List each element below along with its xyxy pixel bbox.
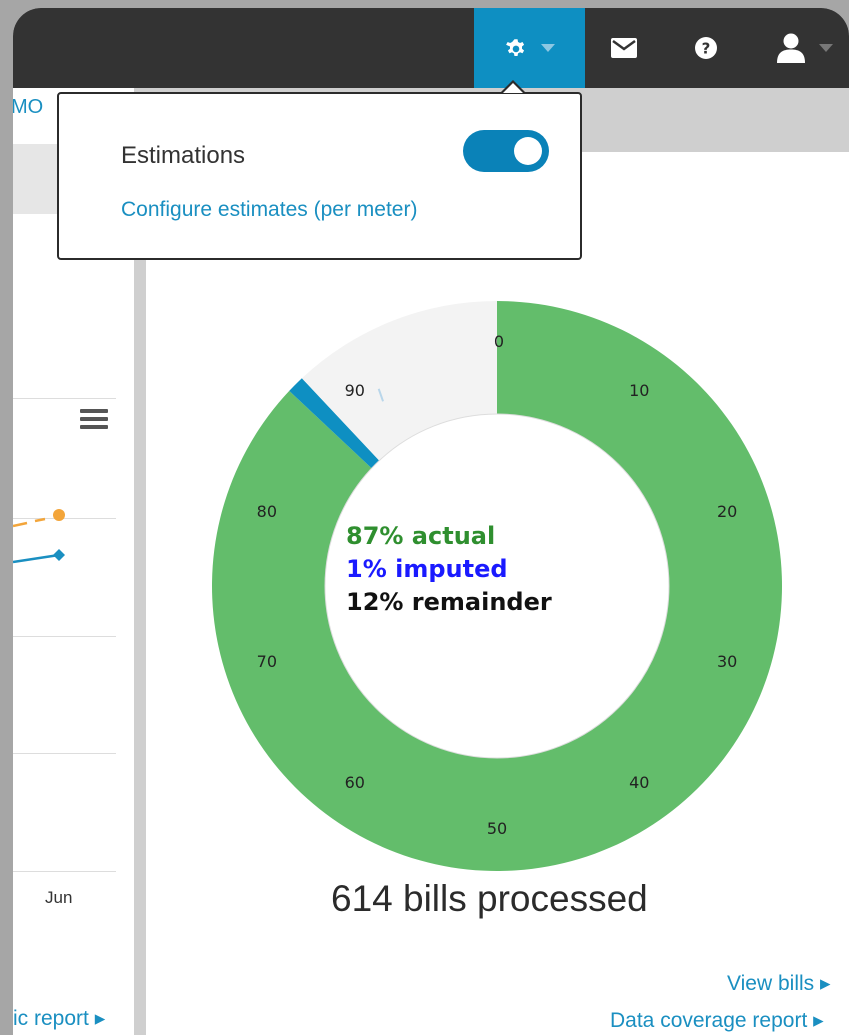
scale-label: 20 xyxy=(717,502,737,521)
imputed-percent-label: 1% imputed xyxy=(346,555,508,583)
scale-label: 90 xyxy=(345,381,365,400)
settings-popup-pointer-fill xyxy=(503,83,523,93)
user-menu-button[interactable] xyxy=(761,8,849,88)
estimations-toggle[interactable] xyxy=(463,130,549,172)
scale-label: 60 xyxy=(345,773,365,792)
scale-label: 0 xyxy=(494,332,504,351)
remainder-percent-label: 12% remainder xyxy=(346,588,552,616)
series-point[interactable] xyxy=(53,509,65,521)
trend-lines xyxy=(13,509,65,564)
scale-label: 30 xyxy=(717,652,737,671)
scale-label: 10 xyxy=(629,381,649,400)
top-navigation-bar: ? xyxy=(13,8,849,88)
data-coverage-report-link[interactable]: Data coverage report ▸ xyxy=(610,1008,824,1033)
hamburger-menu-icon[interactable] xyxy=(80,408,108,430)
gridline xyxy=(13,753,116,754)
estimations-label: Estimations xyxy=(121,142,246,169)
help-circle-icon: ? xyxy=(695,37,717,59)
actual-percent-label: 87% actual xyxy=(346,522,496,550)
series-point[interactable] xyxy=(53,549,65,561)
view-bills-link[interactable]: View bills ▸ xyxy=(727,971,831,996)
scale-label: 70 xyxy=(257,652,277,671)
app-window: ? MO Jun ic report ▸ 0 10 20 30 40 50 60… xyxy=(13,8,849,1035)
gear-icon xyxy=(505,39,524,56)
user-icon xyxy=(777,33,805,63)
bills-processed-count: 614 bills processed xyxy=(331,878,648,919)
help-button[interactable]: ? xyxy=(681,8,731,88)
envelope-icon xyxy=(611,38,637,58)
gridline xyxy=(13,871,116,872)
messages-button[interactable] xyxy=(599,8,649,88)
report-link[interactable]: ic report ▸ xyxy=(13,1006,105,1031)
configure-estimates-link[interactable]: Configure estimates (per meter) xyxy=(121,198,417,222)
gridline xyxy=(13,398,116,399)
scale-label: 40 xyxy=(629,773,649,792)
svg-text:?: ? xyxy=(702,40,711,58)
settings-dropdown: Estimations Configure estimates (per met… xyxy=(57,92,582,260)
scale-label: 50 xyxy=(487,819,507,838)
chevron-down-icon xyxy=(540,44,555,52)
panel-divider xyxy=(134,152,146,1035)
donut-center-summary: 87% actual 1% imputed 12% remainder xyxy=(346,520,646,619)
organization-name[interactable]: MO xyxy=(13,96,43,119)
chevron-down-icon xyxy=(819,44,833,52)
gridline xyxy=(13,636,116,637)
x-axis-label: Jun xyxy=(45,888,73,907)
toggle-knob xyxy=(514,137,542,165)
scale-label: 80 xyxy=(257,502,277,521)
settings-menu-button[interactable] xyxy=(474,8,585,88)
